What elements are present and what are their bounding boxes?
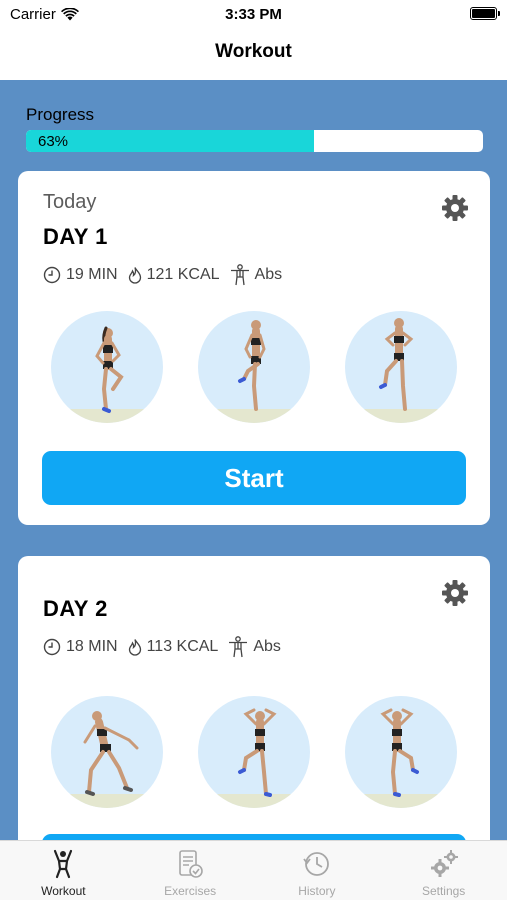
clock: 3:33 PM <box>225 6 282 23</box>
exercise-figure-icon <box>380 708 419 797</box>
tab-label: History <box>298 884 336 898</box>
tab-workout[interactable]: Workout <box>0 841 127 900</box>
focus-text: Abs <box>253 638 281 655</box>
calories-text: 113 KCAL <box>146 638 219 655</box>
navigation-bar: Workout <box>0 28 507 80</box>
gear-icon[interactable] <box>440 578 470 608</box>
flame-icon <box>128 267 141 284</box>
exercise-thumbnail[interactable] <box>344 311 457 423</box>
exercise-thumbnail[interactable] <box>197 311 310 423</box>
clock-history-icon <box>303 852 329 876</box>
tab-history[interactable]: History <box>254 841 381 900</box>
exercise-thumbnails <box>18 696 490 808</box>
exercise-figure-icon <box>83 711 139 796</box>
gear-icon[interactable] <box>440 193 470 223</box>
start-button[interactable]: Start <box>42 451 466 505</box>
workout-meta: 18 MIN 113 KCAL Abs <box>43 636 291 658</box>
day-card-2[interactable]: DAY 2 18 MIN 113 KCAL Abs <box>18 556 490 840</box>
progress-value: 63% <box>38 133 69 150</box>
person-icon <box>54 849 73 879</box>
calories-text: 121 KCAL <box>146 266 220 283</box>
exercise-figure-icon <box>237 320 266 411</box>
exercise-figure-icon <box>237 708 277 797</box>
workout-list[interactable]: Progress 63% Today DAY 1 19 MIN 121 KCAL… <box>0 80 507 840</box>
clock-icon <box>43 266 61 284</box>
today-label: Today <box>43 191 97 213</box>
tab-label: Exercises <box>164 884 217 898</box>
day-title: DAY 1 <box>43 224 108 249</box>
body-icon <box>229 636 248 658</box>
tab-bar: Workout Exercises History Settings <box>0 840 507 900</box>
exercise-thumbnail[interactable] <box>51 311 164 423</box>
clock-icon <box>43 638 61 656</box>
checklist-icon <box>179 850 203 878</box>
progress-bar: 63% <box>26 130 483 152</box>
tab-label: Settings <box>421 884 466 898</box>
tab-label: Workout <box>41 884 86 898</box>
body-icon <box>230 264 249 286</box>
exercise-thumbnails <box>18 311 490 423</box>
gears-icon <box>430 850 458 877</box>
duration-text: 19 MIN <box>66 266 118 283</box>
exercise-thumbnail[interactable] <box>197 696 310 808</box>
flame-icon <box>128 639 141 656</box>
status-bar: Carrier 3:33 PM <box>0 0 507 28</box>
exercise-figure-icon <box>95 326 125 413</box>
exercise-figure-icon <box>378 318 413 411</box>
page-title: Workout <box>215 41 292 62</box>
tab-settings[interactable]: Settings <box>380 841 507 900</box>
day-title: DAY 2 <box>43 596 108 621</box>
focus-text: Abs <box>254 266 283 283</box>
workout-meta: 19 MIN 121 KCAL Abs <box>43 264 292 286</box>
progress-fill: 63% <box>26 130 314 152</box>
battery-icon <box>470 7 500 20</box>
duration-text: 18 MIN <box>66 638 118 655</box>
exercise-thumbnail[interactable] <box>51 696 164 808</box>
progress-label: Progress <box>26 105 95 124</box>
day-card-1[interactable]: Today DAY 1 19 MIN 121 KCAL Abs Start <box>18 171 490 525</box>
exercise-thumbnail[interactable] <box>344 696 457 808</box>
tab-exercises[interactable]: Exercises <box>127 841 254 900</box>
